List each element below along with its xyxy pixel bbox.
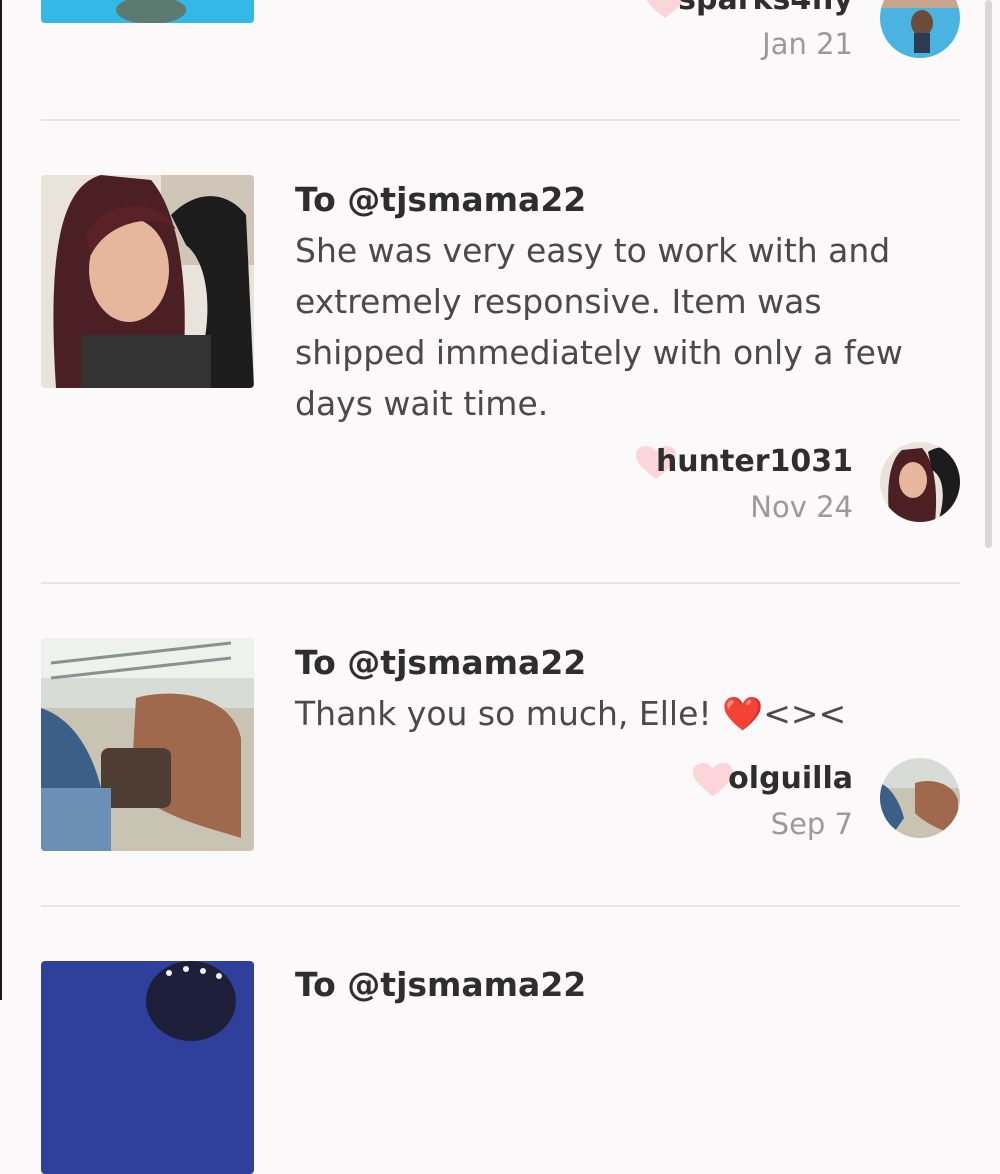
review-username[interactable]: olguilla	[728, 761, 853, 796]
night-portrait-photo-icon	[41, 961, 254, 1174]
review-date: Sep 7	[770, 807, 853, 841]
review-divider	[41, 905, 960, 907]
review-recipient[interactable]: To @tjsmama22	[295, 643, 586, 682]
woman-portrait-photo-icon	[41, 175, 254, 388]
review-thumbnail[interactable]	[41, 0, 254, 23]
horse-riding-photo-icon	[41, 638, 254, 851]
pool-photo-icon	[41, 0, 254, 23]
review-message: She was very easy to work with and extre…	[295, 231, 903, 423]
message-tail: <><	[763, 694, 847, 733]
heart-icon[interactable]	[693, 763, 733, 797]
message-text: Thank you so much, Elle!	[295, 694, 723, 733]
scrollbar-thumb[interactable]	[985, 0, 992, 548]
red-heart-emoji-icon: ❤️	[722, 694, 764, 733]
reviewer-avatar[interactable]	[880, 758, 960, 838]
window-left-edge	[0, 0, 2, 1000]
review-thumbnail[interactable]	[41, 175, 254, 388]
reviewer-avatar[interactable]	[880, 0, 960, 58]
horse-riding-avatar-icon	[880, 758, 960, 838]
review-recipient[interactable]: To @tjsmama22	[295, 965, 586, 1004]
review-date: Nov 24	[750, 490, 853, 524]
review-thumbnail[interactable]	[41, 961, 254, 1174]
review-message: Thank you so much, Elle! ❤️<><	[295, 688, 955, 739]
review-divider	[41, 582, 960, 584]
woman-portrait-avatar-icon	[880, 442, 960, 522]
review-divider	[41, 119, 960, 121]
reviewer-avatar[interactable]	[880, 442, 960, 522]
review-thumbnail[interactable]	[41, 638, 254, 851]
review-recipient[interactable]: To @tjsmama22	[295, 180, 586, 219]
pool-avatar-icon	[880, 0, 960, 58]
review-date: Jan 21	[762, 27, 853, 61]
review-username[interactable]: hunter1031	[656, 444, 853, 479]
review-username[interactable]: sparks4fly	[678, 0, 853, 17]
